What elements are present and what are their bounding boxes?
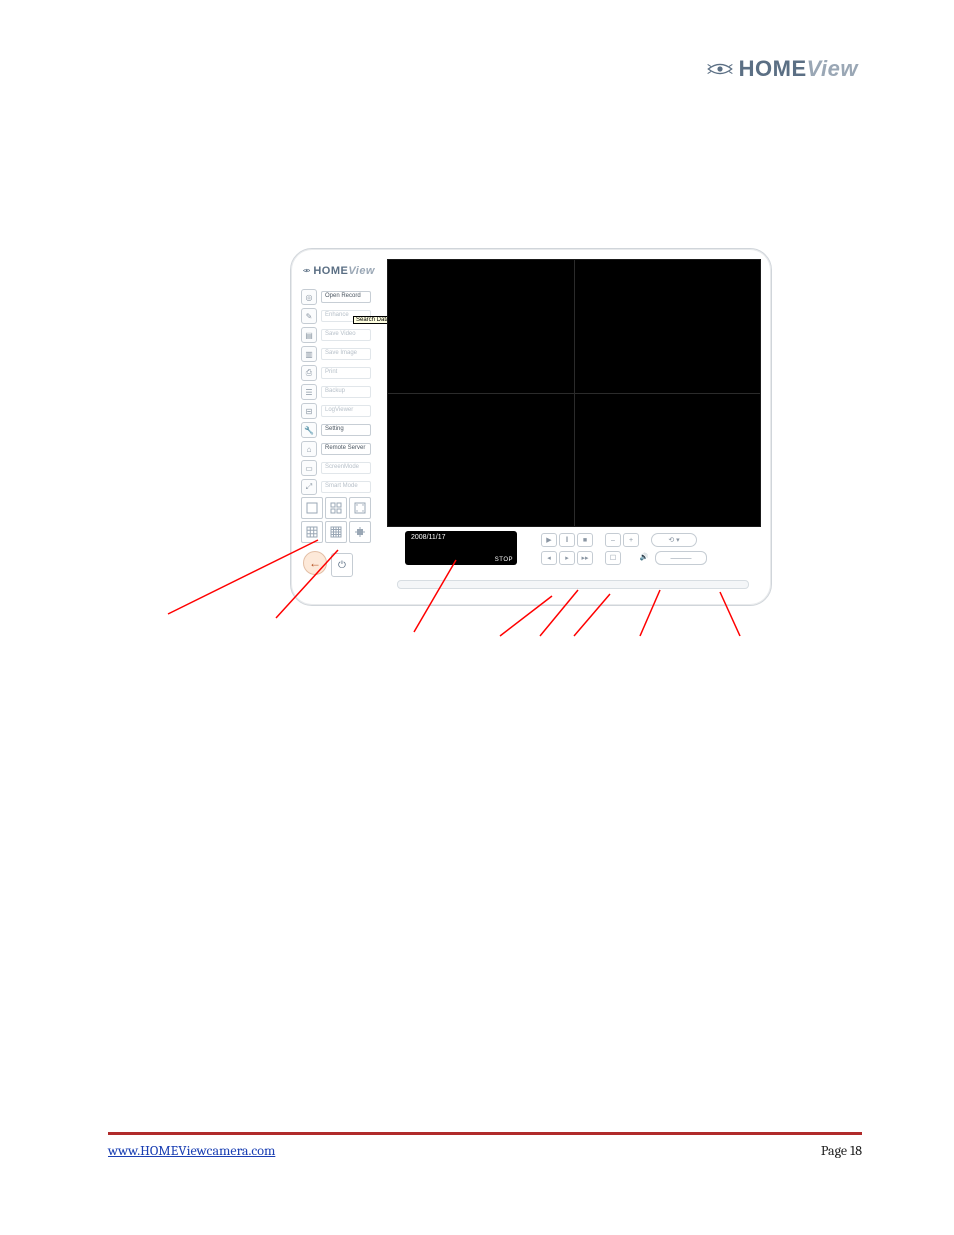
layout-4x4-button[interactable] — [325, 521, 347, 543]
brand-text: HOMEView — [739, 56, 858, 82]
sidebar-label: Save Image — [321, 348, 371, 359]
sidebar-icon: ▭ — [301, 460, 317, 476]
sidebar-label: Setting — [321, 424, 371, 435]
pause-button[interactable]: ‖ — [559, 533, 575, 547]
power-button[interactable]: ⏻ — [331, 553, 353, 577]
mark-button[interactable]: ☐ — [605, 551, 621, 565]
sidebar-label: LogViewer — [321, 405, 371, 416]
video-grid[interactable] — [387, 259, 761, 527]
layout-1x1-button[interactable] — [301, 497, 323, 519]
sidebar-item-smart-mode: ⤢ Smart Mode — [301, 479, 375, 495]
eye-icon — [303, 266, 310, 275]
playback-controls: ▶ ‖ ■ – + ⟲ ▾ ◂ ▸ ▸▸ ☐ 🔊 ——— — [541, 531, 753, 571]
app-logo: HOMEView — [303, 261, 375, 279]
layout-3x3-button[interactable] — [301, 521, 323, 543]
sidebar-icon: ⤢ — [301, 479, 317, 495]
sidebar-icon: ☰ — [301, 384, 317, 400]
sidebar-label: Open Record — [321, 291, 371, 302]
sidebar-item-print: ⎙ Print — [301, 365, 375, 381]
layout-custom-button[interactable] — [349, 521, 371, 543]
brand-logo: HOMEView — [707, 56, 858, 82]
layout-2x2-button[interactable] — [325, 497, 347, 519]
sidebar-icon: 🔧 — [301, 422, 317, 438]
back-arrow-icon: ← — [309, 556, 321, 570]
sidebar-item-remote-server[interactable]: ⌂ Remote Server — [301, 441, 375, 457]
stop-button[interactable]: ■ — [577, 533, 593, 547]
sidebar: HOMEView ◎Open Record✎Enhance▤Save Video… — [301, 259, 375, 595]
app-window: HOMEView ◎Open Record✎Enhance▤Save Video… — [290, 248, 772, 606]
sidebar-label: ScreenMode — [321, 462, 371, 473]
sidebar-item-setting[interactable]: 🔧 Setting — [301, 422, 375, 438]
page-number: Page 18 — [821, 1142, 862, 1159]
layout-fullscreen-button[interactable] — [349, 497, 371, 519]
prev-button[interactable]: ◂ — [541, 551, 557, 565]
volume-icon[interactable]: 🔊 — [637, 551, 651, 563]
timeline-bar[interactable] — [397, 580, 749, 589]
loop-dropdown[interactable]: ⟲ ▾ — [651, 533, 697, 547]
sidebar-item-save-video: ▤ Save Video — [301, 327, 375, 343]
sidebar-label: Smart Mode — [321, 481, 371, 492]
grid-divider-horizontal — [388, 393, 760, 394]
eye-icon — [707, 60, 733, 78]
sidebar-item-save-image: ▥ Save Image — [301, 346, 375, 362]
sidebar-label: Save Video — [321, 329, 371, 340]
layout-buttons — [301, 497, 369, 541]
sidebar-icon: ✎ — [301, 308, 317, 324]
play-button[interactable]: ▶ — [541, 533, 557, 547]
sidebar-item-logviewer: ⊟ LogViewer — [301, 403, 375, 419]
sidebar-icon: ⎙ — [301, 365, 317, 381]
annotation-lines — [0, 0, 954, 1235]
footer-link[interactable]: www.HOMEViewcamera.com — [108, 1142, 275, 1159]
sidebar-icon: ⌂ — [301, 441, 317, 457]
ffwd-button[interactable]: ▸▸ — [577, 551, 593, 565]
sidebar-icon: ▤ — [301, 327, 317, 343]
minus-button[interactable]: – — [605, 533, 621, 547]
footer-rule — [108, 1132, 862, 1135]
sidebar-icon: ▥ — [301, 346, 317, 362]
sidebar-icon: ⊟ — [301, 403, 317, 419]
sidebar-item-backup: ☰ Backup — [301, 384, 375, 400]
status-state: STOP — [495, 557, 513, 563]
status-date: 2008/11/17 — [411, 534, 446, 541]
back-button[interactable]: ← — [303, 551, 327, 575]
sidebar-label: Print — [321, 367, 371, 378]
sidebar-icon: ◎ — [301, 289, 317, 305]
sidebar-label: Remote Server — [321, 443, 371, 454]
volume-slider[interactable]: ——— — [655, 551, 707, 565]
next-button[interactable]: ▸ — [559, 551, 575, 565]
status-panel: 2008/11/17 STOP — [405, 531, 517, 565]
plus-button[interactable]: + — [623, 533, 639, 547]
sidebar-label: Backup — [321, 386, 371, 397]
sidebar-item-open-record[interactable]: ◎ Open Record — [301, 289, 375, 305]
power-icon: ⏻ — [338, 560, 346, 571]
sidebar-item-screenmode: ▭ ScreenMode — [301, 460, 375, 476]
